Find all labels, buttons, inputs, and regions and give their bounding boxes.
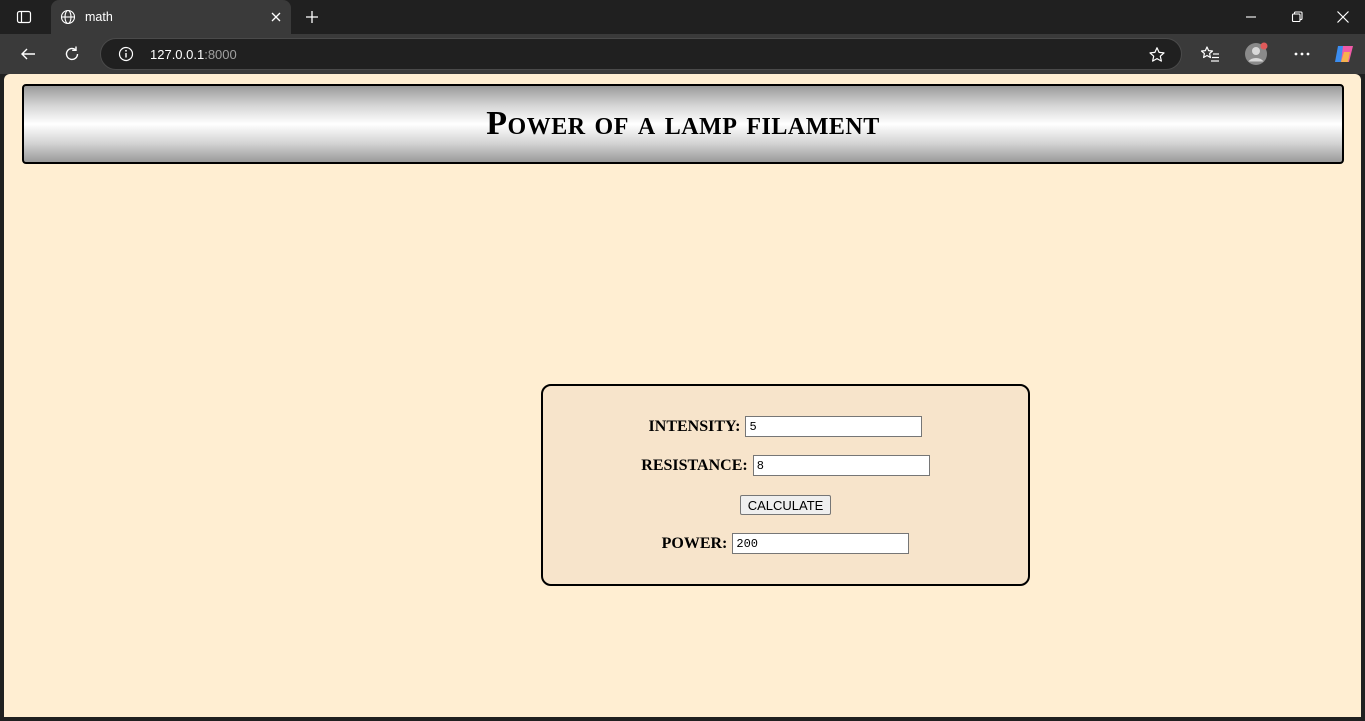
page-header: Power of a lamp filament xyxy=(22,84,1344,164)
copilot-icon[interactable] xyxy=(1329,40,1359,68)
refresh-icon[interactable] xyxy=(57,40,87,68)
intensity-label: INTENSITY: xyxy=(648,417,741,435)
resistance-row: RESISTANCE: xyxy=(543,455,1028,476)
resistance-label: RESISTANCE: xyxy=(641,456,748,474)
plus-icon[interactable] xyxy=(300,5,324,29)
intensity-row: INTENSITY: xyxy=(543,416,1028,437)
close-icon[interactable] xyxy=(265,6,287,28)
power-output[interactable] xyxy=(732,533,910,554)
intensity-input[interactable] xyxy=(745,416,923,437)
tab-bar: math xyxy=(0,0,1365,34)
restore-icon[interactable] xyxy=(1282,4,1312,30)
address-bar[interactable]: 127.0.0.1:8000 xyxy=(100,38,1182,70)
browser-tab[interactable]: math xyxy=(51,0,291,34)
globe-icon xyxy=(59,8,77,26)
more-icon[interactable] xyxy=(1287,40,1317,68)
page-title: Power of a lamp filament xyxy=(486,105,880,142)
page-viewport: Power of a lamp filament INTENSITY: RESI… xyxy=(4,74,1361,717)
url-port: :8000 xyxy=(204,47,237,62)
favorites-icon[interactable] xyxy=(1195,40,1225,68)
url-host: 127.0.0.1 xyxy=(150,47,205,62)
profile-icon[interactable] xyxy=(1241,40,1271,68)
back-icon[interactable] xyxy=(13,40,43,68)
tab-actions-icon[interactable] xyxy=(10,5,38,29)
calculator-form: INTENSITY: RESISTANCE: CALCULATE POWER: xyxy=(541,384,1030,586)
power-row: POWER: xyxy=(543,533,1028,554)
resistance-input[interactable] xyxy=(752,455,930,476)
power-label: POWER: xyxy=(661,534,728,552)
calculate-button[interactable]: CALCULATE xyxy=(739,495,832,515)
star-icon[interactable] xyxy=(1147,45,1167,65)
minimize-icon[interactable] xyxy=(1236,4,1266,30)
url-text: 127.0.0.1:8000 xyxy=(150,47,237,62)
tab-title: math xyxy=(85,10,113,24)
browser-toolbar: 127.0.0.1:8000 xyxy=(0,34,1365,74)
calculate-row: CALCULATE xyxy=(543,495,1028,515)
window-close-icon[interactable] xyxy=(1328,4,1358,30)
info-icon[interactable] xyxy=(117,45,135,63)
